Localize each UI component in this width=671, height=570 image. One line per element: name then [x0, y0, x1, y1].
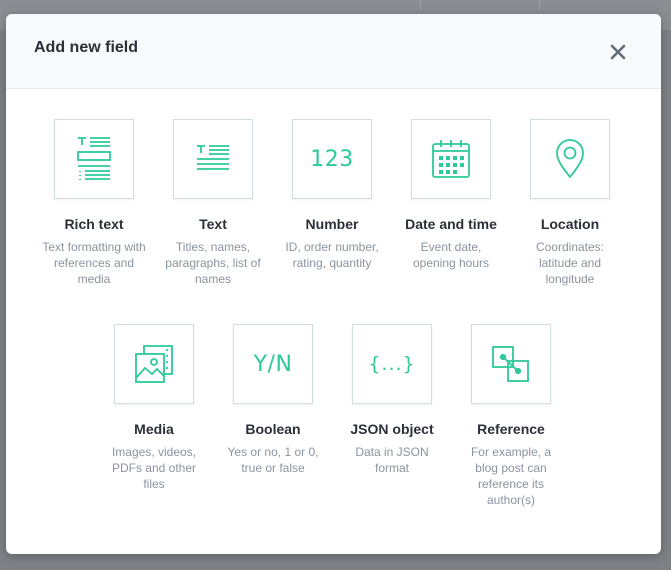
field-type-rich-text[interactable]: Rich text Text formatting with reference…	[41, 119, 147, 287]
field-description: Yes or no, 1 or 0, true or false	[227, 445, 319, 475]
add-field-dialog: Add new field Rich text Text formatting …	[6, 14, 661, 554]
field-type-reference[interactable]: Reference For example, a blog post can r…	[458, 324, 564, 508]
field-type-date-time[interactable]: Date and time Event date, opening hours	[398, 119, 504, 271]
field-title: JSON object	[350, 421, 434, 437]
field-tile[interactable]: {...}	[352, 324, 432, 404]
boolean-icon: Y/N	[253, 351, 293, 377]
field-description: Titles, names, paragraphs, list of names	[165, 240, 261, 286]
field-tile[interactable]	[173, 119, 253, 199]
field-description: Coordinates: latitude and longitude	[535, 240, 605, 286]
field-tile[interactable]	[54, 119, 134, 199]
field-type-location[interactable]: Location Coordinates: latitude and longi…	[517, 119, 623, 287]
location-pin-icon	[556, 139, 584, 179]
background-settings-tab	[420, 0, 540, 10]
field-title: Text	[199, 216, 227, 232]
field-tile[interactable]	[411, 119, 491, 199]
field-tile[interactable]	[471, 324, 551, 404]
number-icon: 123	[310, 146, 354, 172]
field-tile[interactable]	[530, 119, 610, 199]
field-description: Text formatting with references and medi…	[42, 240, 146, 286]
field-tile[interactable]: 123	[292, 119, 372, 199]
field-title: Date and time	[405, 216, 497, 232]
text-icon	[197, 145, 229, 170]
field-tile[interactable]	[114, 324, 194, 404]
field-title: Number	[305, 216, 359, 232]
field-description: Event date, opening hours	[412, 240, 490, 270]
reference-icon	[492, 346, 529, 382]
calendar-icon	[432, 140, 470, 178]
field-description: For example, a blog post can reference i…	[470, 445, 552, 507]
media-icon	[135, 345, 173, 383]
field-title: Location	[540, 216, 600, 232]
field-title: Boolean	[245, 421, 301, 437]
close-icon	[610, 44, 626, 60]
field-description: Images, videos, PDFs and other files	[111, 445, 197, 491]
field-type-boolean[interactable]: Y/N Boolean Yes or no, 1 or 0, true or f…	[220, 324, 326, 476]
field-description: Data in JSON format	[355, 445, 429, 475]
field-type-text[interactable]: Text Titles, names, paragraphs, list of …	[160, 119, 266, 287]
field-tile[interactable]: Y/N	[233, 324, 313, 404]
rich-text-icon	[77, 137, 111, 180]
json-icon: {...}	[368, 353, 416, 375]
dialog-title: Add new field	[34, 39, 138, 56]
field-type-json[interactable]: {...} JSON object Data in JSON format	[339, 324, 445, 476]
close-button[interactable]	[610, 44, 626, 60]
field-title: Rich text	[64, 216, 124, 232]
field-title: Media	[134, 421, 174, 437]
field-description: ID, order number, rating, quantity	[285, 240, 379, 270]
field-type-media[interactable]: Media Images, videos, PDFs and other fil…	[101, 324, 207, 492]
field-type-number[interactable]: 123 Number ID, order number, rating, qua…	[279, 119, 385, 271]
field-title: Reference	[477, 421, 545, 437]
dialog-header: Add new field	[6, 14, 661, 89]
